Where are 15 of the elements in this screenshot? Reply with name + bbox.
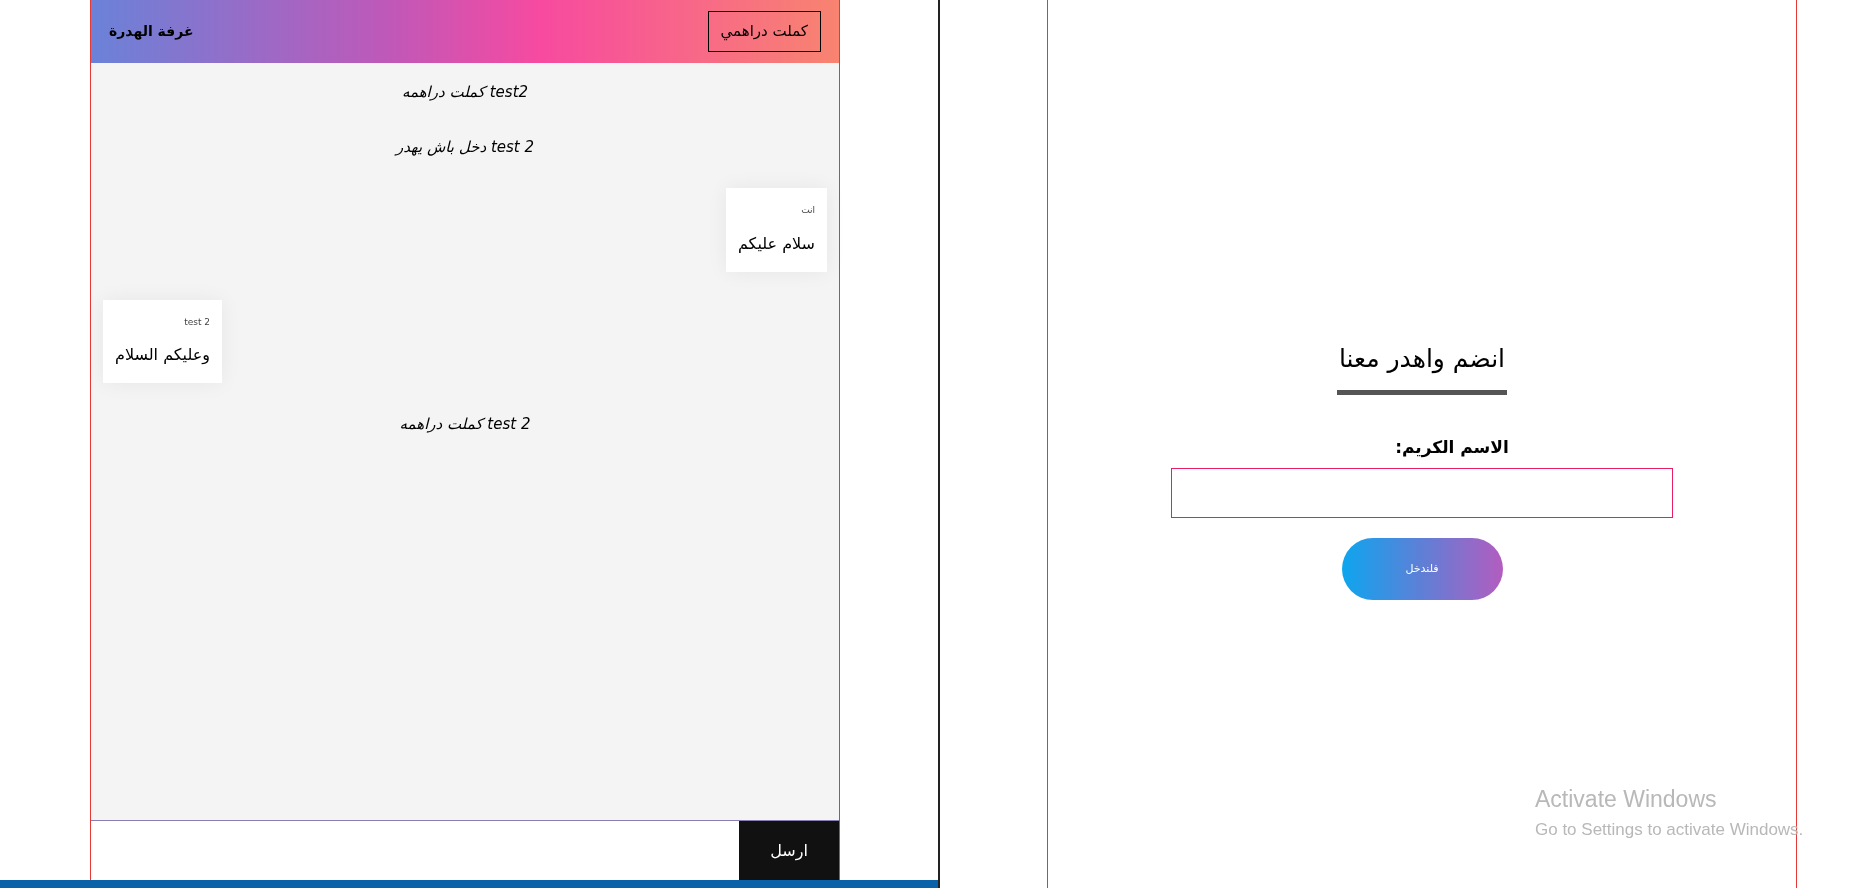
message-text: سلام عليكم [737,232,815,255]
room-title: غرفة الهدرة [109,22,194,42]
join-button[interactable]: فلندخل [1341,538,1503,600]
message-sender: test 2 [184,315,210,329]
name-input[interactable] [1171,468,1673,518]
send-button[interactable]: ارسل [739,821,839,880]
message-text: وعليكم السلام [115,344,210,367]
activation-title: Activate Windows [1535,785,1718,814]
join-title: انضم واهدر معنا [1336,340,1508,395]
leave-button[interactable]: كملت دراهمي [707,11,821,52]
system-notice: كملت دراهمه test 2 [399,414,531,435]
system-notice: دخل باش يهدر test 2 [396,136,534,158]
message-sender: انت [801,204,815,217]
name-label: الاسم الكريم: [1395,435,1509,460]
system-notice: كملت دراهمه test2 [401,82,529,103]
